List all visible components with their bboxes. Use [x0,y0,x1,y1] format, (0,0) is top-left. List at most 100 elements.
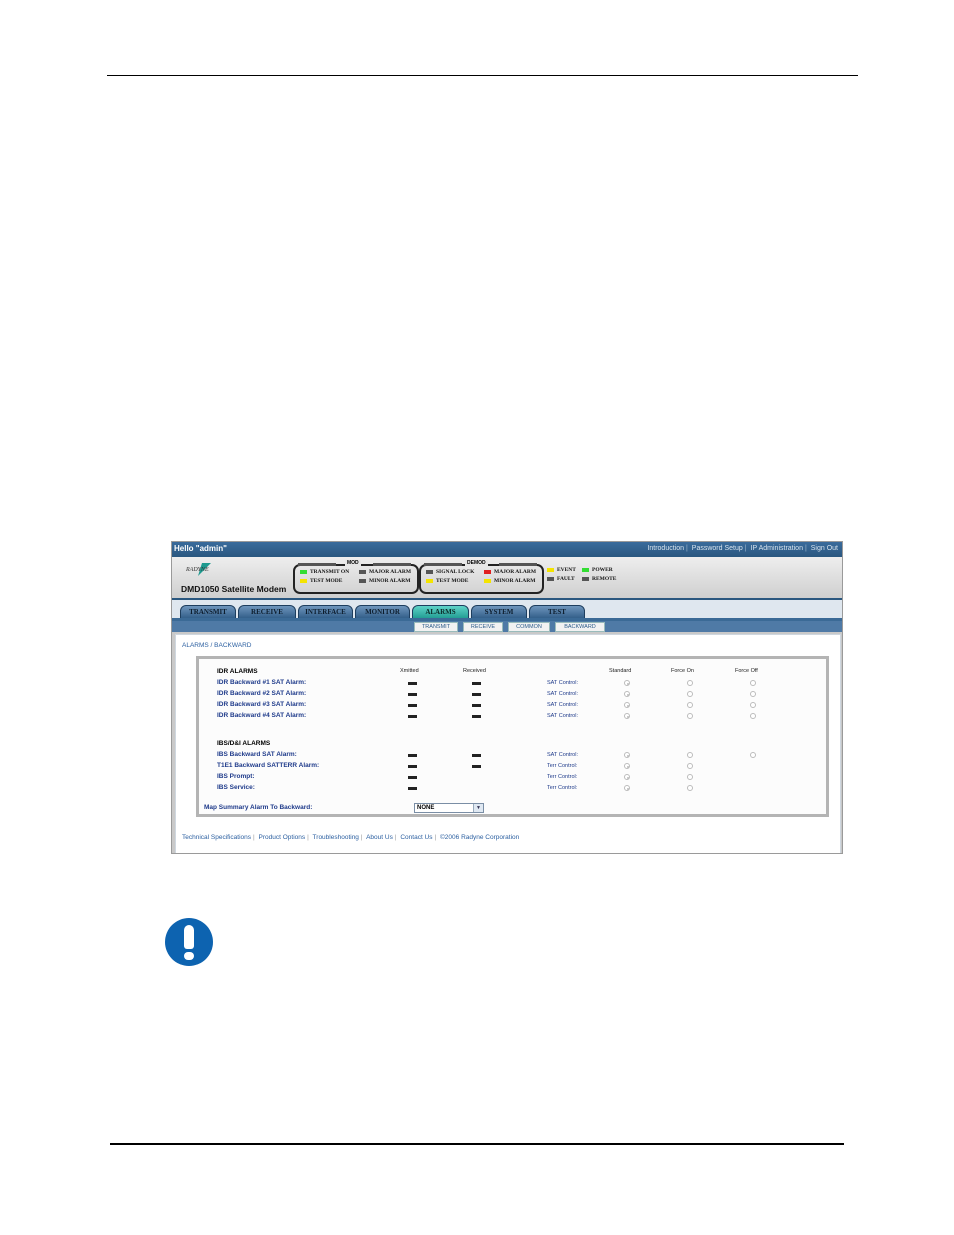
led-minor-alarm-mod: MINOR ALARM [359,578,410,584]
ibs-row-1-control: SAT Control: [547,752,578,758]
subtab-transmit[interactable]: TRANSMIT [414,622,458,632]
ibs-row-3-control: Terr Control: [547,774,578,780]
subtab-receive[interactable]: RECEIVE [463,622,503,632]
breadcrumb[interactable]: ALARMS / BACKWARD [182,642,251,649]
ibs-row-3-standard-radio[interactable] [624,774,630,780]
idr-row-3-received [472,704,481,707]
map-summary-value: NONE [417,805,435,811]
idr-row-2-received [472,693,481,696]
mod-title: MOD [345,560,361,566]
ibs-row-1-force-on-radio[interactable] [687,752,693,758]
idr-row-2-standard-radio[interactable] [624,691,630,697]
backward-alarms-panel: IDR ALARMS Xmitted Received Standard For… [196,656,829,817]
ibs-row-4-standard-radio[interactable] [624,785,630,791]
ibs-row-1-xmitted [408,754,417,757]
idr-row-2-force-on-radio[interactable] [687,691,693,697]
sub-tab-bar: TRANSMIT RECEIVE COMMON BACKWARD [172,621,842,632]
idr-row-4-force-off-radio[interactable] [750,713,756,719]
led-major-alarm-demod: MAJOR ALARM [484,569,536,575]
footer-link-contact-us[interactable]: Contact Us [400,834,432,841]
ibs-row-4-control: Terr Control: [547,785,578,791]
idr-row-4-label: IDR Backward #4 SAT Alarm: [217,712,307,719]
idr-row-3-control: SAT Control: [547,702,578,708]
led-remote: REMOTE [582,576,616,582]
idr-row-1-control: SAT Control: [547,680,578,686]
ibs-row-3-force-on-radio[interactable] [687,774,693,780]
ibs-row-2-force-on-radio[interactable] [687,763,693,769]
idr-row-3-force-on-radio[interactable] [687,702,693,708]
idr-row-3-standard-radio[interactable] [624,702,630,708]
web-ui-screenshot: Hello "admin" Introduction | Password Set… [171,541,843,854]
idr-row-1-standard-radio[interactable] [624,680,630,686]
led-event: EVENT [547,567,576,573]
content-area: ALARMS / BACKWARD IDR ALARMS Xmitted Rec… [175,634,841,853]
link-ip-administration[interactable]: IP Administration [750,545,804,552]
ibs-row-2-label: T1E1 Backward SATTERR Alarm: [217,762,320,769]
greeting: Hello "admin" [174,544,227,553]
demod-title: DEMOD [465,560,488,566]
led-major-alarm-mod: MAJOR ALARM [359,569,411,575]
led-power: POWER [582,567,613,573]
ibs-row-2-received [472,765,481,768]
idr-row-1-label: IDR Backward #1 SAT Alarm: [217,679,307,686]
idr-row-1-received [472,682,481,685]
idr-row-4-control: SAT Control: [547,713,578,719]
ibs-row-3-label: IBS Prompt: [217,773,255,780]
map-summary-label: Map Summary Alarm To Backward: [204,804,313,811]
idr-row-1-force-off-radio[interactable] [750,680,756,686]
model-name: DMD1050 Satellite Modem [181,584,287,594]
link-introduction[interactable]: Introduction [646,545,685,552]
footer-copyright: ©2006 Radyne Corporation [440,834,520,841]
footer-links: Technical Specifications | Product Option… [182,834,520,841]
demod-status-group: DEMOD SIGNAL LOCK TEST MODE MAJOR ALARM … [419,560,544,594]
ibs-row-1-standard-radio[interactable] [624,752,630,758]
idr-row-3-label: IDR Backward #3 SAT Alarm: [217,701,307,708]
idr-row-2-xmitted [408,693,417,696]
idr-row-2-control: SAT Control: [547,691,578,697]
ibs-row-2-standard-radio[interactable] [624,763,630,769]
idr-row-3-force-off-radio[interactable] [750,702,756,708]
col-force-on: Force On [671,668,694,674]
ibs-row-4-xmitted [408,787,417,790]
link-sign-out[interactable]: Sign Out [810,545,839,552]
ibs-alarms-heading: IBS/D&I ALARMS [217,740,271,747]
subtab-backward[interactable]: BACKWARD [555,622,605,632]
link-password-setup[interactable]: Password Setup [691,545,744,552]
idr-row-4-standard-radio[interactable] [624,713,630,719]
col-received: Received [463,668,486,674]
led-signal-lock: SIGNAL LOCK [426,569,474,575]
footer-link-product-options[interactable]: Product Options [259,834,306,841]
ibs-row-1-received [472,754,481,757]
logo-text: RADYNE [186,567,209,573]
col-xmitted: Xmitted [400,668,419,674]
idr-row-4-received [472,715,481,718]
led-test-mode-mod: TEST MODE [300,578,342,584]
page-header-rule [107,75,858,76]
led-minor-alarm-demod: MINOR ALARM [484,578,535,584]
idr-row-4-xmitted [408,715,417,718]
idr-alarms-heading: IDR ALARMS [217,668,258,675]
idr-row-2-force-off-radio[interactable] [750,691,756,697]
col-force-off: Force Off [735,668,758,674]
ibs-row-1-force-off-radio[interactable] [750,752,756,758]
ibs-row-2-xmitted [408,765,417,768]
device-header: RADYNE DMD1050 Satellite Modem MOD TRANS… [172,557,842,600]
footer-link-about-us[interactable]: About Us [366,834,393,841]
idr-row-1-xmitted [408,682,417,685]
mod-status-group: MOD TRANSMIT ON TEST MODE MAJOR ALARM MI… [293,560,419,594]
footer-link-technical-specifications[interactable]: Technical Specifications [182,834,251,841]
subtab-common[interactable]: COMMON [508,622,550,632]
idr-row-3-xmitted [408,704,417,707]
chevron-down-icon[interactable]: ▼ [473,804,483,812]
page-footer-rule [110,1143,844,1145]
top-bar: Hello "admin" Introduction | Password Set… [172,542,842,557]
idr-row-2-label: IDR Backward #2 SAT Alarm: [217,690,307,697]
ibs-row-1-label: IBS Backward SAT Alarm: [217,751,297,758]
led-fault: FAULT [547,576,575,582]
footer-link-troubleshooting[interactable]: Troubleshooting [313,834,359,841]
ibs-row-2-control: Terr Control: [547,763,578,769]
idr-row-4-force-on-radio[interactable] [687,713,693,719]
idr-row-1-force-on-radio[interactable] [687,680,693,686]
map-summary-select[interactable]: NONE ▼ [414,803,484,813]
ibs-row-4-force-on-radio[interactable] [687,785,693,791]
